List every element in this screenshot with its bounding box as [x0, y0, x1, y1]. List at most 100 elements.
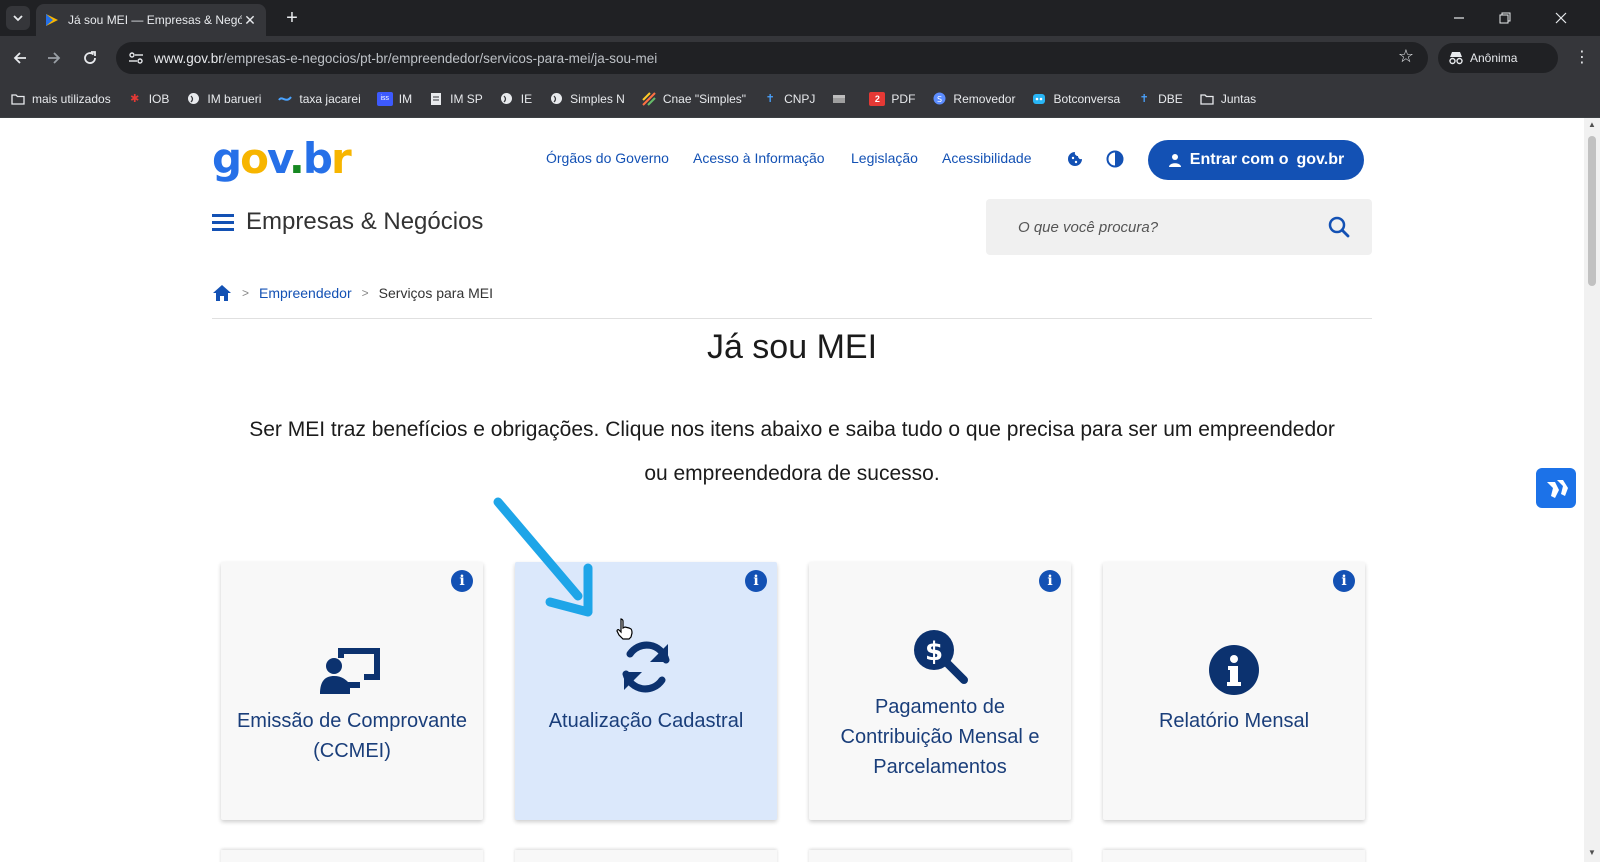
bookmark-item[interactable]: IM barueri [185, 92, 261, 106]
chevron-down-icon [13, 15, 23, 22]
tab-search-button[interactable] [6, 6, 30, 30]
minimize-button[interactable] [1436, 0, 1482, 36]
browser-menu-icon[interactable]: ⋮ [1574, 46, 1590, 70]
card-row-2-item[interactable] [1103, 850, 1365, 862]
govbr-favicon-icon [44, 12, 60, 28]
scroll-down-icon[interactable]: ▼ [1587, 848, 1597, 858]
bookmark-item[interactable]: Simples N [548, 92, 625, 106]
flag-icon [831, 92, 847, 106]
search-icon[interactable] [1328, 216, 1350, 238]
bookmark-item[interactable]: ✝ DBE [1136, 92, 1183, 106]
card-relatorio-mensal[interactable]: i Relatório Mensal [1103, 562, 1365, 820]
cookie-icon [1068, 152, 1082, 166]
bookmark-item[interactable]: Juntas [1199, 92, 1256, 106]
card-row-2-item[interactable] [809, 850, 1071, 862]
incognito-badge[interactable]: Anônima [1438, 43, 1558, 73]
info-circle-icon [1103, 644, 1365, 696]
home-icon[interactable] [212, 284, 232, 302]
search-input[interactable] [1018, 218, 1328, 236]
bookmark-item[interactable]: mais utilizados [10, 92, 111, 106]
close-icon [1555, 12, 1567, 24]
card-atualizacao-cadastral[interactable]: i Atualização Cadastral [515, 562, 777, 820]
bookmark-item[interactable]: ✱ IOB [127, 92, 169, 106]
pdf-icon: 2 [869, 91, 886, 106]
bookmark-item[interactable] [831, 92, 853, 106]
svg-text:$: $ [925, 637, 943, 667]
breadcrumb-current: Serviços para MEI [378, 285, 494, 301]
browser-tab-active[interactable]: Já sou MEI — Empresas & Negó ✕ [36, 4, 266, 36]
contrast-icon [1106, 150, 1124, 168]
incognito-icon [1449, 52, 1463, 65]
bot-icon [1031, 92, 1047, 106]
globe-icon [185, 92, 201, 106]
bookmark-item[interactable]: 2 PDF [869, 91, 915, 106]
cookie-settings-button[interactable] [1064, 148, 1086, 170]
site-menu[interactable]: Empresas & Negócios [212, 208, 483, 236]
new-tab-button[interactable]: + [280, 6, 304, 30]
restore-button[interactable] [1482, 0, 1528, 36]
globe-icon [548, 92, 564, 106]
chevron-right-icon: > [361, 286, 369, 300]
dollar-search-icon: $ [809, 628, 1071, 684]
card-label: Relatório Mensal [1158, 710, 1310, 732]
search-box [986, 199, 1372, 255]
sync-icon [515, 638, 777, 696]
card-label: Pagamento de Contribuição Mensal e Parce… [840, 696, 1040, 778]
site-settings-icon[interactable] [124, 46, 148, 70]
bookmark-item[interactable]: IM SP [428, 92, 483, 106]
bookmark-item[interactable]: IE [499, 92, 532, 106]
breadcrumb: > Empreendedor > Serviços para MEI [212, 284, 493, 302]
user-icon [1168, 154, 1181, 167]
card-label: Emissão de Comprovante (CCMEI) [236, 710, 468, 762]
bookmark-item[interactable]: iss IM [376, 91, 412, 106]
tab-close-icon[interactable]: ✕ [242, 12, 258, 29]
card-row-2-item[interactable] [515, 850, 777, 862]
svg-text:S: S [937, 95, 942, 104]
back-button[interactable] [8, 46, 32, 70]
close-window-button[interactable] [1538, 0, 1584, 36]
info-icon[interactable]: i [1039, 570, 1061, 592]
chevron-right-icon: > [242, 286, 250, 300]
reload-button[interactable] [78, 46, 102, 70]
scroll-thumb[interactable] [1588, 136, 1596, 286]
bookmark-star-icon[interactable]: ☆ [1398, 46, 1414, 67]
vlibras-button[interactable] [1536, 468, 1576, 508]
info-icon[interactable]: i [1333, 570, 1355, 592]
info-icon[interactable]: i [745, 570, 767, 592]
nav-acesso-a-informacao[interactable]: Acesso à Informação [693, 150, 825, 166]
page-title: Já sou MEI [706, 328, 878, 366]
contrast-button[interactable] [1104, 148, 1126, 170]
restore-icon [1499, 12, 1511, 24]
card-pagamento-contribuicao[interactable]: i $ Pagamento de Contribuição Mensal e P… [809, 562, 1071, 820]
receita-icon: ✝ [1139, 93, 1149, 105]
address-bar[interactable]: www.gov.br/empresas-e-negocios/pt-br/emp… [116, 42, 1428, 74]
doc-icon [428, 92, 444, 106]
page-lead: Ser MEI traz benefícios e obrigações. Cl… [249, 418, 1335, 485]
bookmark-item[interactable]: ✝ CNPJ [762, 92, 815, 106]
nav-legislacao[interactable]: Legislação [851, 150, 918, 166]
nav-orgaos-do-governo[interactable]: Órgãos do Governo [546, 150, 669, 166]
bookmark-item[interactable]: S Removedor [931, 92, 1015, 106]
bookmark-item[interactable]: taxa jacarei [277, 92, 361, 106]
scroll-up-icon[interactable]: ▲ [1587, 120, 1597, 130]
tab-title: Já sou MEI — Empresas & Negó [68, 13, 242, 27]
forward-button[interactable] [42, 46, 66, 70]
hamburger-menu-icon[interactable] [212, 213, 234, 231]
folder-icon [10, 92, 26, 106]
url-path: /empresas-e-negocios/pt-br/empreendedor/… [222, 50, 658, 66]
iob-icon: ✱ [130, 93, 140, 105]
bookmark-item[interactable]: Cnae "Simples" [641, 92, 746, 106]
card-label: Atualização Cadastral [548, 710, 744, 732]
removedor-icon: S [931, 92, 947, 106]
card-emissao-ccmei[interactable]: i Emissão de Comprovante (CCMEI) [221, 562, 483, 820]
stripes-icon [641, 91, 657, 106]
bookmark-item[interactable]: Botconversa [1031, 92, 1120, 106]
page-scrollbar[interactable]: ▲ ▼ [1584, 118, 1600, 862]
login-govbr-button[interactable]: Entrar com o gov.br [1148, 140, 1364, 180]
info-icon[interactable]: i [451, 570, 473, 592]
nav-acessibilidade[interactable]: Acessibilidade [942, 150, 1032, 166]
govbr-logo[interactable]: gov.br [212, 134, 352, 184]
card-row-2-item[interactable] [221, 850, 483, 862]
breadcrumb-empreendedor[interactable]: Empreendedor [259, 285, 352, 301]
bookmarks-bar: mais utilizados ✱ IOB IM barueri taxa jac… [0, 80, 1600, 118]
